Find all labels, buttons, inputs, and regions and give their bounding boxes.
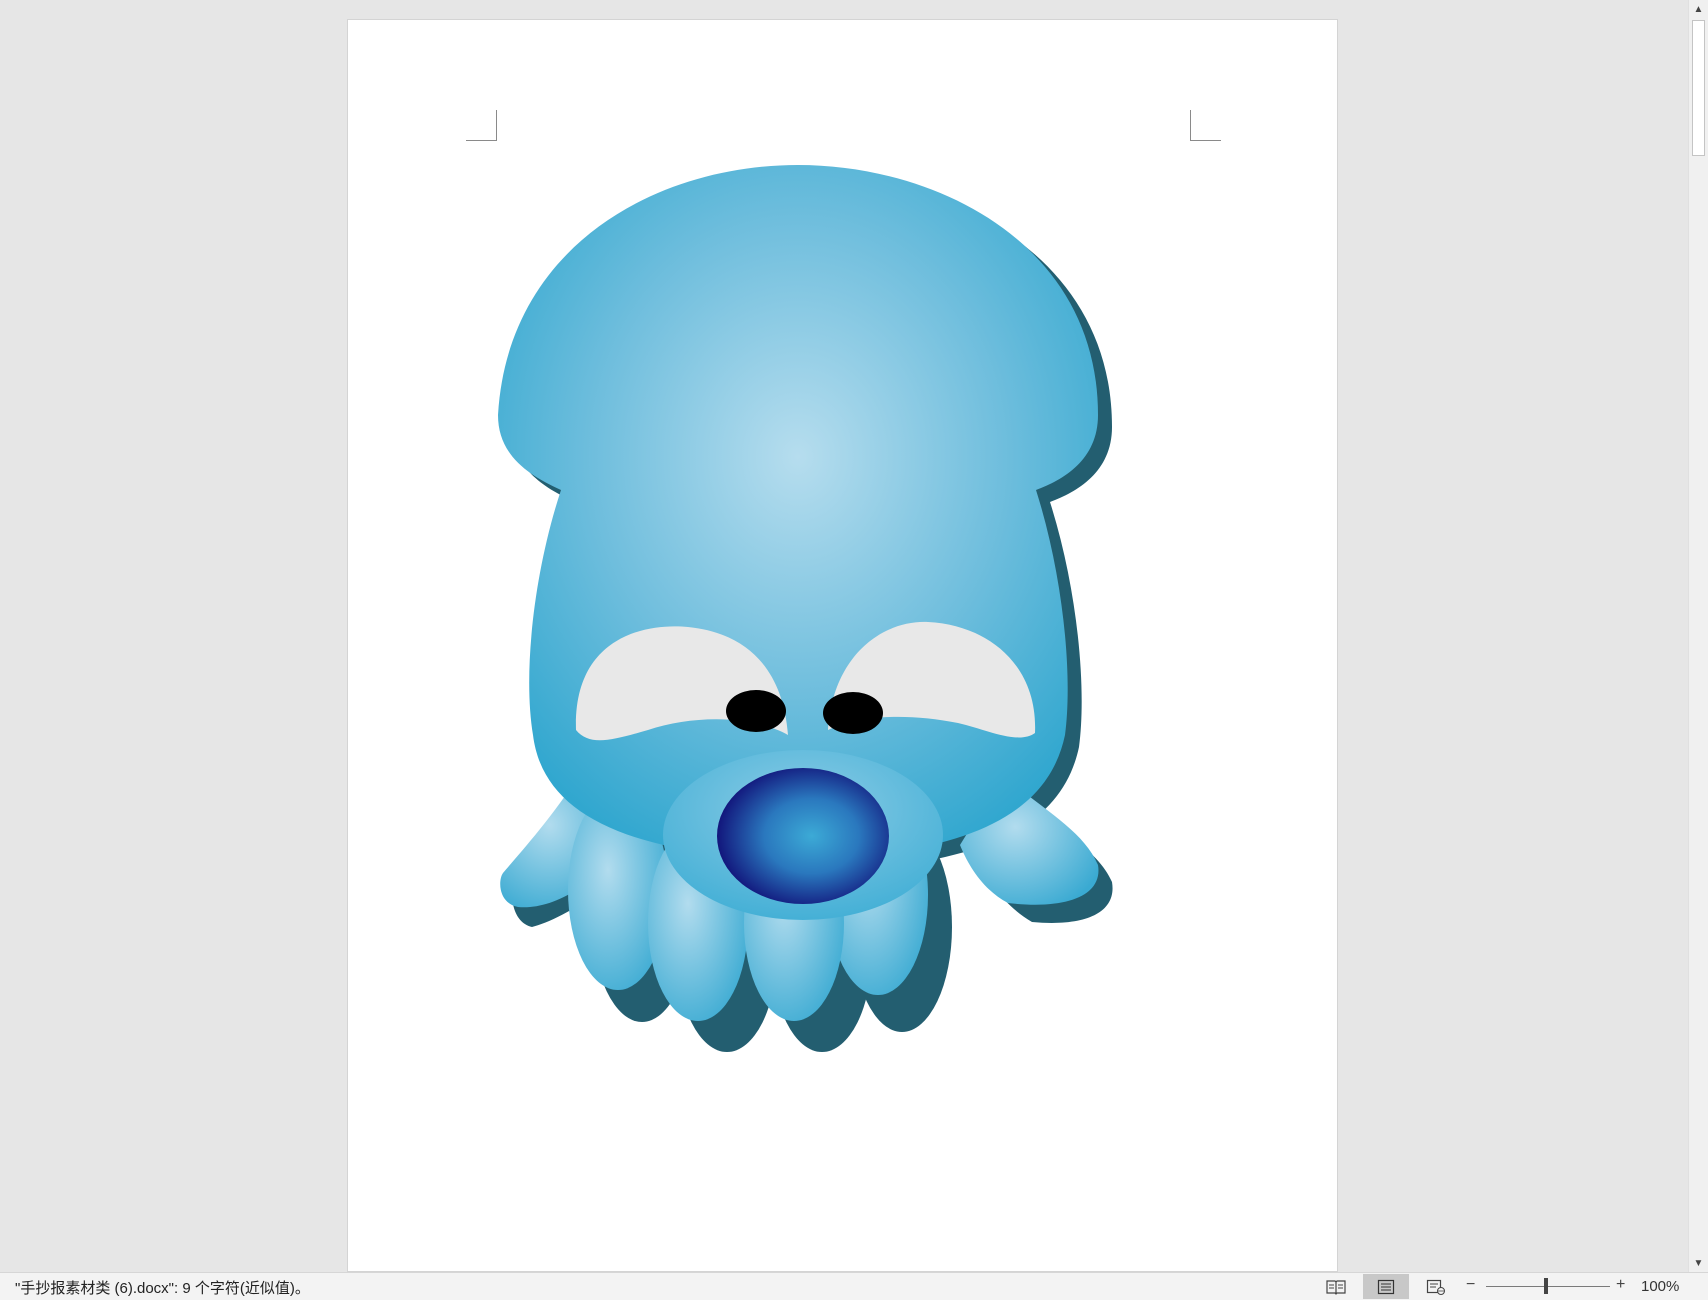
triangle-up-icon: ▲ <box>1693 3 1704 15</box>
scroll-up-button[interactable]: ▲ <box>1689 0 1708 18</box>
print-layout-button[interactable] <box>1363 1274 1409 1299</box>
zoom-level[interactable]: 100% <box>1641 1278 1679 1295</box>
pupil-left <box>726 690 786 732</box>
print-layout-icon <box>1377 1279 1395 1294</box>
zoom-slider[interactable] <box>1486 1286 1610 1287</box>
nose <box>717 768 889 904</box>
triangle-down-icon: ▼ <box>1693 1257 1704 1269</box>
scroll-thumb[interactable] <box>1692 20 1705 156</box>
scroll-down-button[interactable]: ▼ <box>1689 1254 1708 1272</box>
status-bar: "手抄报素材类 (6).docx": 9 个字符(近似值)。 − + 100% <box>0 1272 1708 1300</box>
web-layout-icon <box>1426 1279 1445 1295</box>
zoom-out-button[interactable]: − <box>1466 1276 1475 1294</box>
margin-corner-top-left <box>466 110 497 141</box>
zoom-in-button[interactable]: + <box>1616 1276 1625 1294</box>
vertical-scrollbar[interactable]: ▲ ▼ <box>1688 0 1708 1272</box>
squid-clipart-image[interactable] <box>498 155 1188 1140</box>
web-layout-button[interactable] <box>1413 1274 1459 1299</box>
document-workspace <box>0 0 1688 1272</box>
read-mode-icon <box>1326 1279 1346 1295</box>
document-word-count[interactable]: "手抄报素材类 (6).docx": 9 个字符(近似值)。 <box>15 1277 310 1298</box>
margin-corner-top-right <box>1190 110 1221 141</box>
read-mode-button[interactable] <box>1313 1274 1359 1299</box>
zoom-slider-thumb[interactable] <box>1544 1278 1548 1294</box>
pupil-right <box>823 692 883 734</box>
document-page[interactable] <box>347 19 1338 1272</box>
